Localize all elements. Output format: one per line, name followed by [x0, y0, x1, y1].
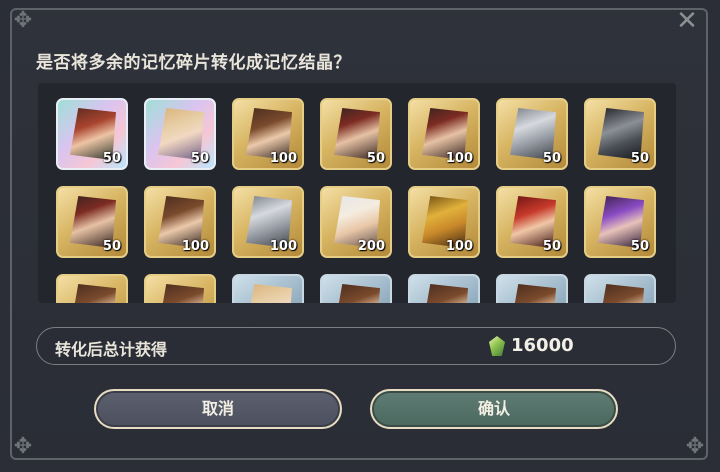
conversion-summary: 转化后总计获得 16000: [36, 327, 676, 365]
fragment-count: 50: [542, 151, 561, 166]
cancel-button[interactable]: 取消: [94, 389, 342, 429]
corner-ornament-icon: ✥: [13, 434, 33, 459]
memory-fragment-card[interactable]: 50: [584, 186, 656, 258]
dialog-question: 是否将多余的记忆碎片转化成记忆结晶？: [36, 53, 351, 73]
memory-fragment-card[interactable]: 50: [56, 98, 128, 170]
confirm-button[interactable]: 确认: [370, 389, 618, 429]
character-portrait: [246, 284, 292, 303]
character-portrait: [334, 284, 380, 303]
memory-fragment-card[interactable]: [56, 274, 128, 303]
memory-fragment-card[interactable]: 50: [144, 98, 216, 170]
fragment-count: 100: [445, 239, 473, 254]
fragment-count: 50: [366, 151, 385, 166]
summary-label: 转化后总计获得: [55, 340, 168, 359]
memory-fragment-card[interactable]: 50: [496, 186, 568, 258]
fragment-count: 100: [181, 239, 209, 254]
close-icon[interactable]: ✕: [672, 6, 702, 36]
memory-crystal-icon: [489, 336, 505, 356]
memory-fragment-card[interactable]: 50: [56, 186, 128, 258]
fragment-count: 100: [269, 239, 297, 254]
memory-fragment-grid: 50 50 100 50 100 50 50 50 100 100 200 100 50 50: [38, 83, 676, 303]
fragment-count: 200: [357, 239, 385, 254]
memory-fragment-card[interactable]: 50: [320, 98, 392, 170]
summary-value: 16000: [511, 335, 574, 356]
memory-fragment-card[interactable]: 100: [144, 186, 216, 258]
memory-fragment-card[interactable]: [408, 274, 480, 303]
fragment-count: 50: [630, 239, 649, 254]
memory-fragment-card[interactable]: 100: [232, 98, 304, 170]
memory-fragment-card[interactable]: 100: [408, 98, 480, 170]
memory-fragment-card[interactable]: 200: [320, 186, 392, 258]
fragment-count: 50: [102, 239, 121, 254]
corner-ornament-icon: ✥: [685, 434, 705, 459]
memory-fragment-card[interactable]: 100: [408, 186, 480, 258]
fragment-count: 50: [630, 151, 649, 166]
fragment-count: 50: [190, 151, 209, 166]
character-portrait: [422, 284, 468, 303]
memory-fragment-card[interactable]: [232, 274, 304, 303]
fragment-count: 100: [445, 151, 473, 166]
memory-fragment-card[interactable]: [320, 274, 392, 303]
character-portrait: [510, 284, 556, 303]
fragment-count: 50: [102, 151, 121, 166]
memory-fragment-card[interactable]: 100: [232, 186, 304, 258]
memory-fragment-card[interactable]: [584, 274, 656, 303]
character-portrait: [598, 284, 644, 303]
memory-fragment-card[interactable]: [144, 274, 216, 303]
memory-fragment-card[interactable]: 50: [584, 98, 656, 170]
character-portrait: [158, 284, 204, 303]
memory-fragment-card[interactable]: 50: [496, 98, 568, 170]
character-portrait: [70, 284, 116, 303]
corner-ornament-icon: ✥: [13, 8, 33, 33]
memory-fragment-card[interactable]: [496, 274, 568, 303]
fragment-count: 50: [542, 239, 561, 254]
fragment-count: 100: [269, 151, 297, 166]
